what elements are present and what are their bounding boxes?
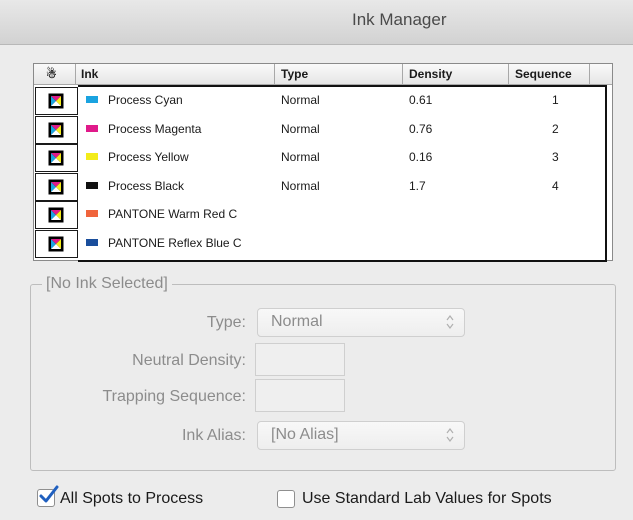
- ink-row[interactable]: Process Black Normal 1.7 4: [34, 172, 612, 201]
- ink-sequence: 3: [552, 150, 559, 165]
- ink-type: Normal: [281, 121, 320, 136]
- ink-color-swatch: [86, 210, 98, 218]
- ink-type: Normal: [281, 178, 320, 193]
- ink-name: PANTONE Reflex Blue C: [108, 236, 242, 250]
- ink-list-header: ☃ Ink Type Density Sequence: [34, 64, 612, 85]
- ink-row[interactable]: Process Cyan Normal 0.61 1: [34, 86, 612, 115]
- process-ink-icon[interactable]: [35, 87, 78, 115]
- process-ink-icon[interactable]: [35, 144, 78, 173]
- ink-name: Process Black: [108, 178, 185, 193]
- ink-type: Normal: [281, 93, 320, 107]
- ink-row[interactable]: Process Yellow Normal 0.16 3: [34, 143, 612, 173]
- process-ink-icon[interactable]: [35, 201, 78, 230]
- ink-row[interactable]: Process Magenta Normal 0.76 2: [34, 115, 612, 144]
- lab-values-checkbox[interactable]: [277, 490, 295, 508]
- column-header-sequence[interactable]: Sequence: [515, 67, 572, 81]
- select-arrows-icon: [446, 315, 454, 329]
- ink-alias-select-value: [No Alias]: [271, 426, 339, 443]
- ink-name: Process Yellow: [108, 150, 189, 165]
- column-header-type[interactable]: Type: [281, 67, 308, 81]
- ink-density: 1.7: [409, 178, 426, 193]
- neutral-density-field[interactable]: [255, 343, 345, 376]
- ink-sequence: 4: [552, 178, 559, 193]
- trapping-sequence-field[interactable]: [255, 379, 345, 412]
- ink-density: 0.76: [409, 121, 433, 136]
- ink-list[interactable]: ☃ Ink Type Density Sequence Process Cyan…: [33, 63, 613, 262]
- type-select[interactable]: Normal: [257, 308, 465, 337]
- title-bar: Ink Manager: [0, 0, 633, 45]
- ink-name: Process Cyan: [108, 93, 183, 107]
- checkmark-icon: [39, 485, 59, 503]
- ink-color-swatch: [86, 96, 98, 103]
- all-spots-label[interactable]: All Spots to Process: [60, 490, 203, 508]
- trapping-sequence-label: Trapping Sequence:: [102, 388, 246, 405]
- type-label: Type:: [206, 314, 246, 331]
- type-select-value: Normal: [271, 313, 323, 330]
- ink-row[interactable]: PANTONE Reflex Blue C: [34, 229, 612, 258]
- process-ink-icon[interactable]: [35, 115, 78, 144]
- lab-values-label[interactable]: Use Standard Lab Values for Spots: [302, 490, 552, 508]
- all-spots-checkbox[interactable]: [37, 485, 59, 507]
- column-header-ink[interactable]: Ink: [81, 67, 98, 81]
- ink-sequence: 2: [552, 121, 559, 136]
- ink-type-column-icon[interactable]: ☃: [46, 67, 57, 81]
- ink-type: Normal: [281, 150, 320, 165]
- ink-name: Process Magenta: [108, 121, 202, 136]
- process-ink-icon[interactable]: [35, 172, 78, 201]
- ink-color-swatch: [86, 153, 98, 161]
- select-arrows-icon: [446, 428, 454, 442]
- group-title: [No Ink Selected]: [42, 275, 172, 293]
- ink-density: 0.61: [409, 93, 433, 107]
- ink-alias-select[interactable]: [No Alias]: [257, 421, 465, 450]
- ink-density: 0.16: [409, 150, 433, 165]
- process-ink-icon[interactable]: [35, 230, 78, 258]
- column-header-density[interactable]: Density: [409, 67, 452, 81]
- ink-name: PANTONE Warm Red C: [108, 207, 238, 222]
- ink-color-swatch: [86, 124, 98, 132]
- ink-sequence: 1: [552, 93, 559, 107]
- neutral-density-label: Neutral Density:: [132, 352, 246, 369]
- ink-color-swatch: [86, 239, 98, 246]
- window-title: Ink Manager: [352, 10, 447, 29]
- ink-alias-label: Ink Alias:: [181, 427, 246, 444]
- ink-row[interactable]: PANTONE Warm Red C: [34, 200, 612, 230]
- ink-color-swatch: [86, 181, 98, 189]
